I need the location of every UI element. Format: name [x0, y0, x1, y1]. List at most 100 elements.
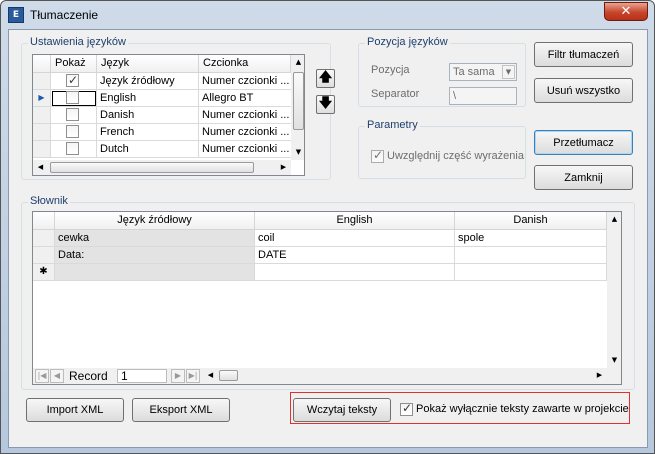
language-cell[interactable]: French [97, 124, 199, 141]
dictionary-vscrollbar[interactable]: ▲ ▼ [607, 212, 621, 368]
dialog-client-area: Ustawienia języków Pokaż Język Czcionka … [8, 29, 648, 448]
column-header-source-language[interactable]: Język źródłowy [55, 212, 255, 230]
row-selector[interactable] [33, 247, 55, 264]
language-row[interactable]: French Numer czcionki ... [33, 124, 291, 141]
close-window-button[interactable]: ✕ [604, 2, 648, 21]
title-bar[interactable]: E Tłumaczenie ✕ [1, 1, 654, 29]
remove-all-button[interactable]: Usuń wszystko [534, 78, 633, 103]
row-selector[interactable] [33, 124, 51, 141]
show-language-checkbox[interactable] [66, 91, 79, 104]
language-cell[interactable]: Język źródłowy [97, 73, 199, 90]
scroll-left-icon[interactable]: ◀ [203, 368, 218, 383]
language-cell[interactable]: Dutch [97, 141, 199, 158]
column-header-show[interactable]: Pokaż [51, 55, 97, 73]
table-row[interactable]: cewka coil spole [33, 230, 607, 247]
row-selector[interactable]: ▶ [33, 90, 51, 107]
row-selector[interactable] [33, 107, 51, 124]
language-position-group: Pozycja języków Pozycja Ta sama ▼ Separa… [358, 36, 526, 107]
column-header-language[interactable]: Język [97, 55, 199, 73]
row-selector[interactable] [33, 230, 55, 247]
last-record-icon[interactable]: ▶| [186, 369, 200, 383]
language-cell[interactable]: Danish [97, 107, 199, 124]
translate-button[interactable]: Przetłumacz [534, 130, 633, 155]
font-cell[interactable]: Numer czcionki ... [199, 141, 291, 158]
font-cell[interactable]: Numer czcionki ... [199, 73, 291, 90]
language-row[interactable]: ▶ English Allegro BT [33, 90, 291, 107]
scroll-left-icon[interactable]: ◀ [33, 160, 48, 175]
font-cell[interactable]: Allegro BT [199, 90, 291, 107]
column-header-danish[interactable]: Danish [455, 212, 607, 230]
vscroll-thumb[interactable] [293, 72, 304, 130]
dictionary-grid[interactable]: Język źródłowy English Danish cewka coil s… [32, 211, 622, 385]
scroll-up-icon[interactable]: ▲ [607, 212, 621, 227]
english-cell[interactable]: DATE [255, 247, 455, 264]
record-number-input[interactable]: 1 [117, 369, 167, 383]
move-up-button[interactable]: 🡅 [316, 69, 335, 88]
export-xml-button[interactable]: Eksport XML [132, 398, 230, 422]
position-select-value: Ta sama [453, 66, 495, 78]
scroll-right-icon[interactable]: ▶ [276, 160, 291, 175]
language-settings-label: Ustawienia języków [28, 36, 128, 48]
source-text-cell[interactable]: Data: [55, 247, 255, 264]
column-header-english[interactable]: English [255, 212, 455, 230]
show-cell[interactable] [51, 73, 97, 90]
show-language-checkbox[interactable] [66, 73, 79, 88]
row-selector[interactable] [33, 73, 51, 90]
scroll-right-icon[interactable]: ▶ [592, 368, 607, 383]
load-texts-highlight: Wczytaj teksty Pokaż wyłącznie teksty za… [290, 392, 630, 424]
new-record-row[interactable]: ✱ [33, 264, 607, 281]
show-cell[interactable] [51, 107, 97, 124]
language-settings-group: Ustawienia języków Pokaż Język Czcionka … [21, 36, 335, 180]
show-cell[interactable] [51, 141, 97, 158]
new-row-english-cell[interactable] [255, 264, 455, 281]
language-grid-hscrollbar[interactable]: ◀ ▶ [33, 160, 291, 175]
position-label: Pozycja [371, 64, 410, 76]
language-cell[interactable]: English [97, 90, 199, 107]
show-cell[interactable] [51, 90, 97, 107]
language-row[interactable]: Dutch Numer czcionki ... [33, 141, 291, 158]
danish-cell[interactable] [455, 247, 607, 264]
show-language-checkbox[interactable] [66, 125, 79, 138]
translation-dialog: E Tłumaczenie ✕ Ustawienia języków Pokaż… [0, 0, 655, 454]
position-select[interactable]: Ta sama ▼ [449, 63, 517, 81]
include-part-checkbox[interactable] [371, 148, 384, 163]
next-record-icon[interactable]: ▶ [171, 369, 185, 383]
move-down-button[interactable]: 🡇 [316, 95, 335, 114]
new-row-source-cell[interactable] [55, 264, 255, 281]
project-only-label: Pokaż wyłącznie teksty zawarte w projekc… [416, 403, 629, 415]
english-cell[interactable]: coil [255, 230, 455, 247]
danish-cell[interactable]: spole [455, 230, 607, 247]
font-cell[interactable]: Numer czcionki ... [199, 107, 291, 124]
language-grid-vscrollbar[interactable]: ▲ ▼ [291, 55, 304, 160]
show-cell[interactable] [51, 124, 97, 141]
language-row[interactable]: Danish Numer czcionki ... [33, 107, 291, 124]
language-grid[interactable]: Pokaż Język Czcionka Język źródłowyNumer… [32, 54, 305, 176]
hscroll-thumb[interactable] [50, 162, 254, 173]
language-position-label: Pozycja języków [365, 36, 450, 48]
load-texts-button[interactable]: Wczytaj teksty [293, 398, 391, 422]
row-selector[interactable] [33, 141, 51, 158]
new-row-danish-cell[interactable] [455, 264, 607, 281]
scroll-down-icon[interactable]: ▼ [607, 353, 621, 368]
show-language-checkbox[interactable] [66, 142, 79, 155]
previous-record-icon[interactable]: ◀ [50, 369, 64, 383]
filter-translations-button[interactable]: Filtr tłumaczeń [534, 42, 633, 67]
chevron-down-icon[interactable]: ▼ [502, 65, 515, 79]
language-row[interactable]: Język źródłowyNumer czcionki ... [33, 73, 291, 90]
font-cell[interactable]: Numer czcionki ... [199, 124, 291, 141]
import-xml-button[interactable]: Import XML [26, 398, 124, 422]
first-record-icon[interactable]: |◀ [35, 369, 49, 383]
scroll-up-icon[interactable]: ▲ [291, 55, 304, 70]
current-row-arrow-icon: ▶ [38, 93, 45, 102]
source-text-cell[interactable]: cewka [55, 230, 255, 247]
project-only-checkbox[interactable] [400, 401, 413, 416]
app-icon: E [8, 7, 24, 23]
scroll-down-icon[interactable]: ▼ [291, 145, 304, 160]
close-button[interactable]: Zamknij [534, 165, 633, 190]
hscroll-thumb[interactable] [219, 370, 238, 381]
table-row[interactable]: Data: DATE [33, 247, 607, 264]
column-header-font[interactable]: Czcionka [199, 55, 291, 73]
separator-input[interactable]: \ [449, 87, 517, 105]
show-language-checkbox[interactable] [66, 108, 79, 121]
parameters-label: Parametry [365, 119, 420, 131]
